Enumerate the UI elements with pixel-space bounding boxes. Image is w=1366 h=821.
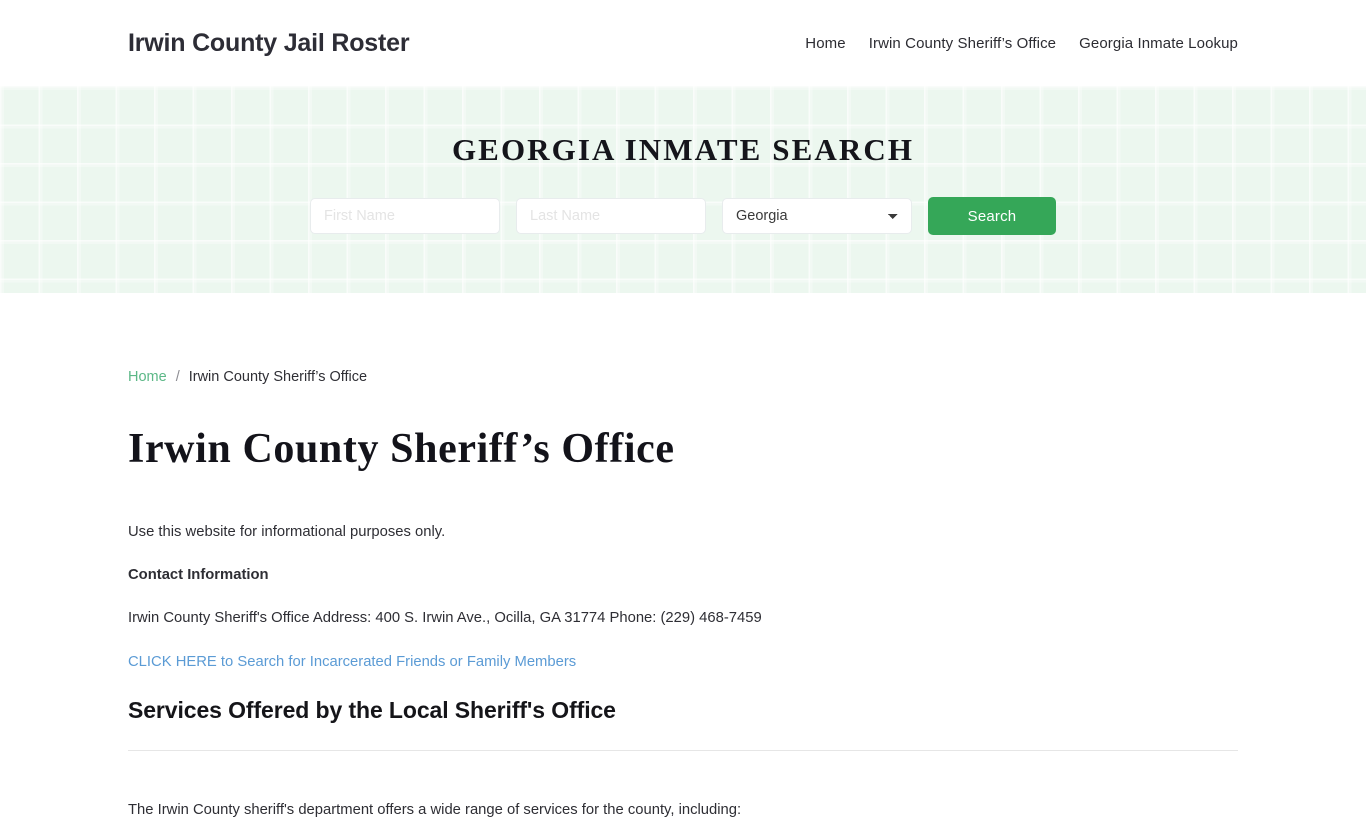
first-name-input[interactable] [310, 198, 500, 235]
nav-item-irwin-county-sheriffs-office[interactable]: Irwin County Sheriff’s Office [869, 35, 1056, 52]
nav-item-home[interactable]: Home [805, 35, 845, 52]
services-intro-paragraph: The Irwin County sheriff's department of… [128, 801, 742, 818]
hero-title: GEORGIA INMATE SEARCH [451, 132, 915, 167]
main-navigation: Home Irwin County Sheriff’s Office Georg… [805, 35, 1238, 52]
services-section-heading: Services Offered by the Local Sheriff's … [128, 696, 616, 723]
contact-information-heading: Contact Information [128, 564, 1238, 586]
site-brand-title[interactable]: Irwin County Jail Roster [128, 29, 410, 58]
site-header: Irwin County Jail Roster Home Irwin Coun… [0, 0, 1366, 86]
breadcrumb-link-home[interactable]: Home [128, 369, 167, 385]
search-button[interactable]: Search [928, 197, 1056, 236]
main-content: Home / Irwin County Sheriff’s Office Irw… [0, 293, 1366, 821]
contact-details-paragraph: Irwin County Sheriff's Office Address: 4… [128, 610, 762, 627]
breadcrumb: Home / Irwin County Sheriff’s Office [128, 293, 1238, 385]
breadcrumb-current: Irwin County Sheriff’s Office [188, 369, 368, 385]
section-divider [128, 749, 1238, 751]
intro-paragraph: Use this website for informational purpo… [128, 524, 446, 541]
nav-item-georgia-inmate-lookup[interactable]: Georgia Inmate Lookup [1079, 35, 1238, 52]
state-select[interactable]: Georgia [722, 198, 912, 235]
breadcrumb-separator: / [175, 369, 180, 385]
search-incarcerated-link[interactable]: CLICK HERE to Search for Incarcerated Fr… [128, 654, 576, 670]
contact-information-label: Contact Information [128, 567, 269, 584]
inmate-search-hero: GEORGIA INMATE SEARCH Georgia Search [0, 86, 1366, 293]
page-title: Irwin County Sheriff’s Office [128, 426, 675, 472]
cta-link-paragraph: CLICK HERE to Search for Incarcerated Fr… [128, 651, 1238, 673]
inmate-search-form: Georgia Search [0, 197, 1366, 236]
last-name-input[interactable] [516, 198, 706, 235]
